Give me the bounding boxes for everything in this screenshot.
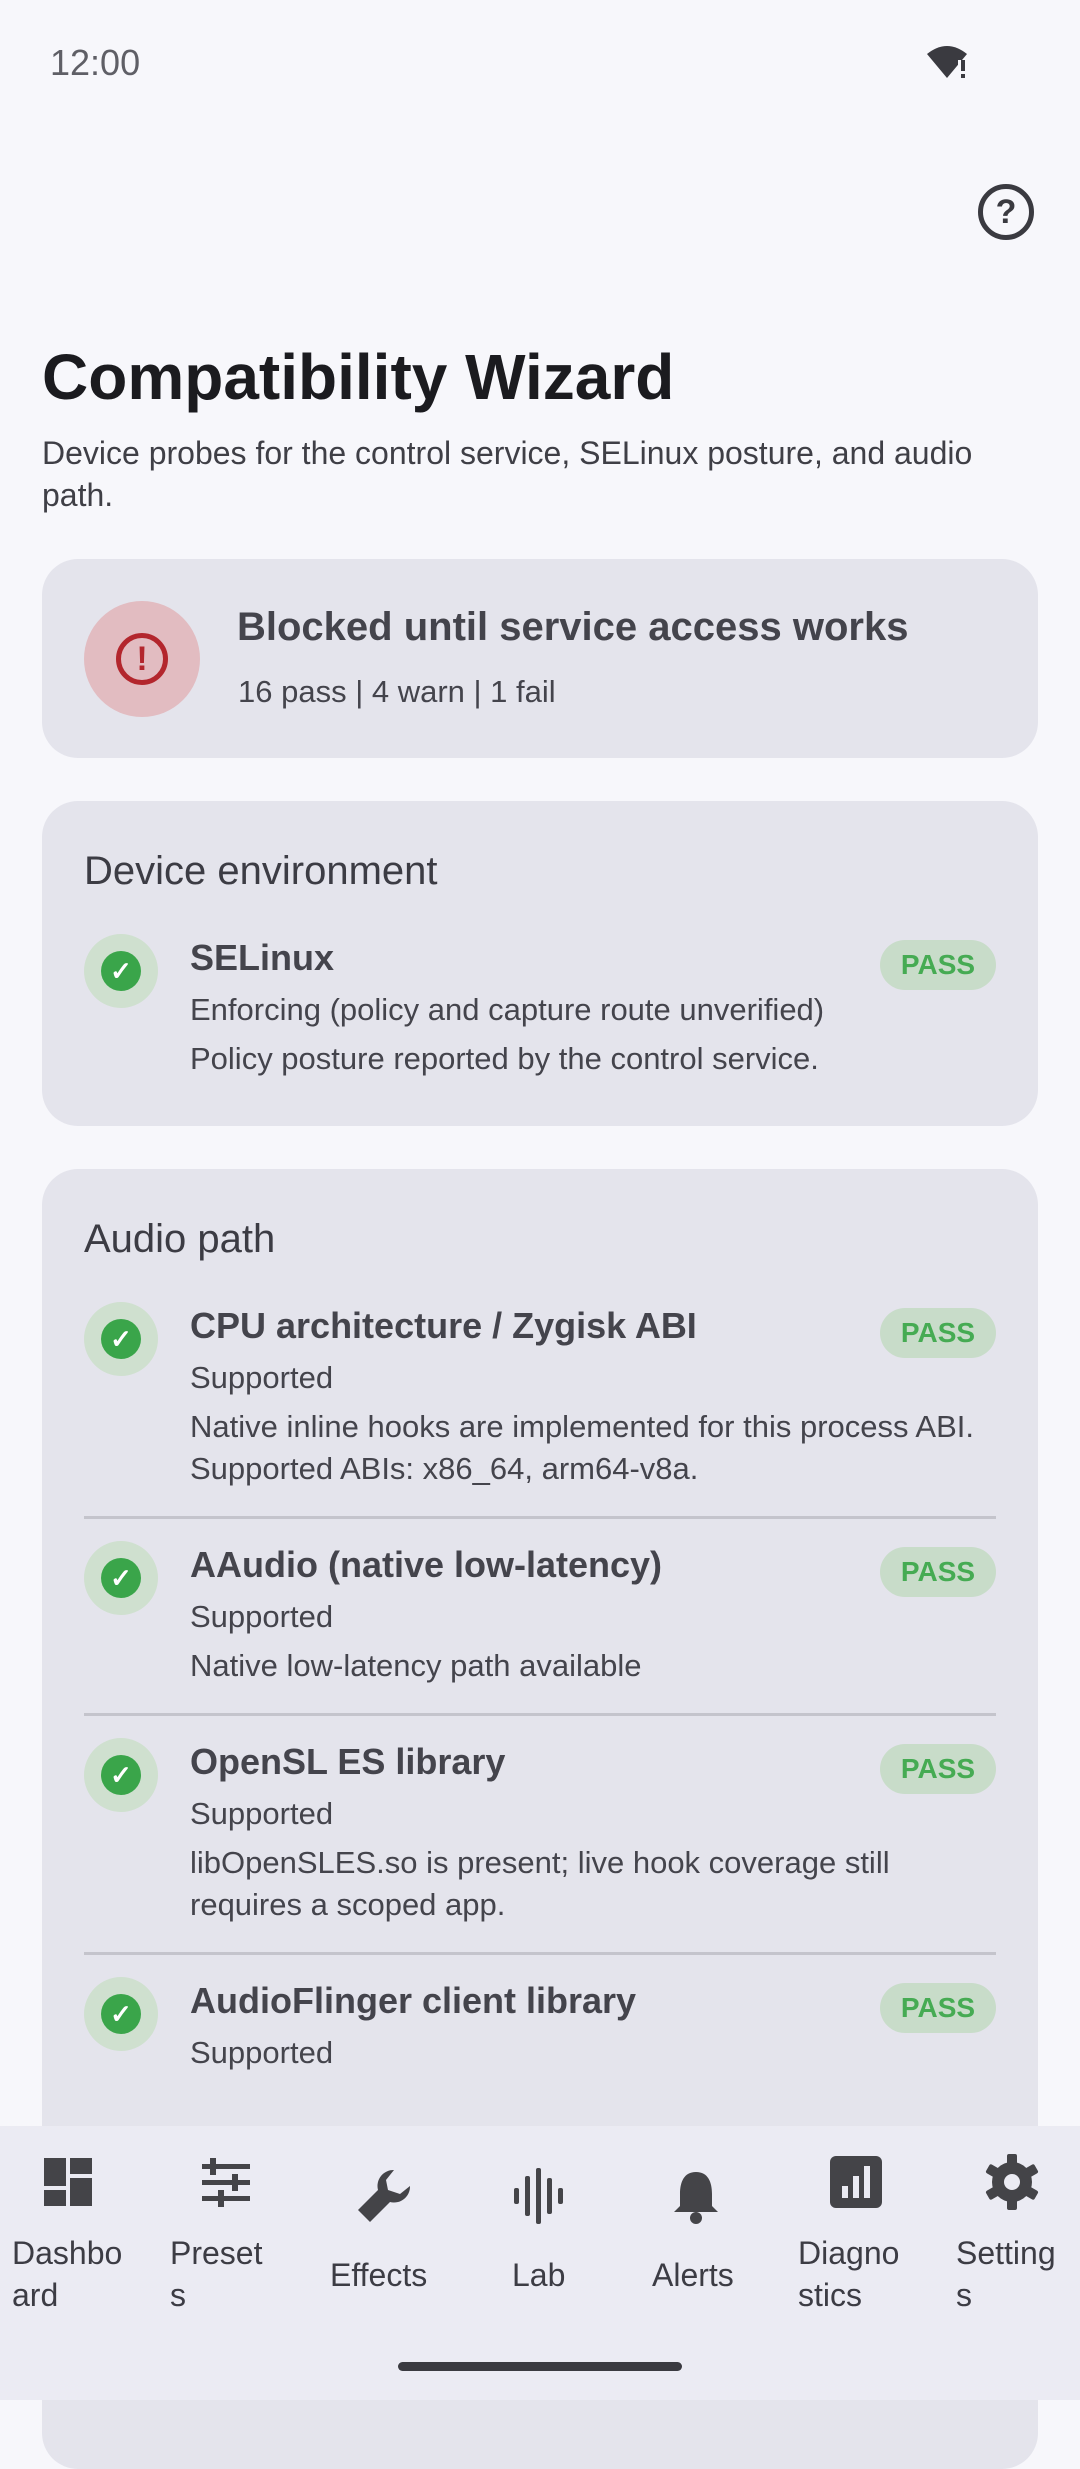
status-badge: PASS	[880, 1547, 996, 1597]
nav-item-alerts[interactable]: Alerts	[616, 2126, 770, 2400]
page-subtitle: Device probes for the control service, S…	[42, 435, 973, 513]
check-status: Supported	[190, 1599, 334, 1634]
bottom-navigation: Dashbo ard Preset s Effects Lab Alerts D…	[0, 2126, 1080, 2400]
bell-icon	[674, 2172, 718, 2224]
check-status: Enforcing (policy and capture route unve…	[190, 992, 825, 1027]
check-circle-icon: ✓	[84, 1977, 158, 2051]
nav-item-diagnostics[interactable]: Diagno stics	[770, 2126, 924, 2400]
nav-item-effects[interactable]: Effects	[308, 2126, 462, 2400]
check-item-opensl-es[interactable]: ✓ OpenSL ES library Supported libOpenSLE…	[84, 1713, 996, 1952]
check-name: AudioFlinger client library	[190, 1980, 637, 2021]
check-item-audioflinger[interactable]: ✓ AudioFlinger client library Supported …	[84, 1952, 996, 2101]
nav-item-presets[interactable]: Preset s	[154, 2126, 308, 2400]
status-badge: PASS	[880, 1744, 996, 1794]
nav-label: Effects	[330, 2257, 428, 2293]
nav-label: Setting s	[956, 2235, 1056, 2313]
status-badge: PASS	[880, 1983, 996, 2033]
nav-label: Diagno stics	[798, 2235, 900, 2313]
section-title: Audio path	[84, 1217, 276, 1261]
nav-label: Alerts	[652, 2257, 734, 2293]
check-status: Supported	[190, 1360, 334, 1395]
error-icon: !	[84, 601, 200, 717]
summary-counts: 16 pass | 4 warn | 1 fail	[238, 674, 556, 709]
gear-icon	[985, 2154, 1039, 2210]
check-name: SELinux	[190, 937, 335, 978]
wifi-alert-icon	[927, 46, 967, 78]
status-badge: PASS	[880, 1308, 996, 1358]
home-indicator[interactable]	[398, 2362, 682, 2371]
check-name: OpenSL ES library	[190, 1741, 506, 1782]
check-detail: Policy posture reported by the control s…	[190, 1041, 819, 1076]
nav-item-settings[interactable]: Setting s	[924, 2126, 1078, 2400]
check-status: Supported	[190, 2035, 334, 2070]
check-item-cpu-architecture[interactable]: ✓ CPU architecture / Zygisk ABI Supporte…	[84, 1280, 996, 1516]
nav-label: Preset s	[170, 2235, 263, 2313]
check-item-selinux[interactable]: ✓ SELinux Enforcing (policy and capture …	[84, 912, 996, 1106]
nav-label: Lab	[512, 2257, 566, 2293]
wrench-icon	[358, 2169, 411, 2222]
check-item-aaudio[interactable]: ✓ AAudio (native low-latency) Supported …	[84, 1516, 996, 1713]
status-badge: PASS	[880, 940, 996, 990]
tune-sliders-icon	[202, 2158, 250, 2207]
check-circle-icon: ✓	[84, 1738, 158, 1812]
help-button[interactable]: ?	[978, 184, 1034, 240]
summary-card: ! Blocked until service access works 16 …	[42, 559, 1038, 758]
check-name: AAudio (native low-latency)	[190, 1544, 663, 1585]
status-time: 12:00	[50, 42, 141, 83]
bar-chart-icon	[830, 2156, 882, 2208]
waveform-icon	[514, 2168, 563, 2224]
nav-label: Dashbo ard	[12, 2235, 123, 2313]
nav-item-dashboard[interactable]: Dashbo ard	[0, 2126, 154, 2400]
status-bar: 12:00	[0, 0, 1080, 130]
page-title: Compatibility Wizard	[42, 341, 675, 413]
section-title: Device environment	[84, 849, 438, 893]
check-detail: Native inline hooks are implemented for …	[190, 1409, 974, 1486]
check-circle-icon: ✓	[84, 934, 158, 1008]
help-circle-icon: ?	[995, 192, 1017, 231]
dashboard-icon	[44, 2158, 92, 2206]
summary-title: Blocked until service access works	[237, 605, 909, 649]
device-environment-card: Device environment ✓ SELinux Enforcing (…	[42, 801, 1038, 1126]
check-detail: Native low-latency path available	[190, 1648, 642, 1683]
nav-item-lab[interactable]: Lab	[462, 2126, 616, 2400]
check-status: Supported	[190, 1796, 334, 1831]
check-circle-icon: ✓	[84, 1302, 158, 1376]
check-circle-icon: ✓	[84, 1541, 158, 1615]
check-detail: libOpenSLES.so is present; live hook cov…	[190, 1845, 890, 1922]
check-name: CPU architecture / Zygisk ABI	[190, 1305, 697, 1346]
